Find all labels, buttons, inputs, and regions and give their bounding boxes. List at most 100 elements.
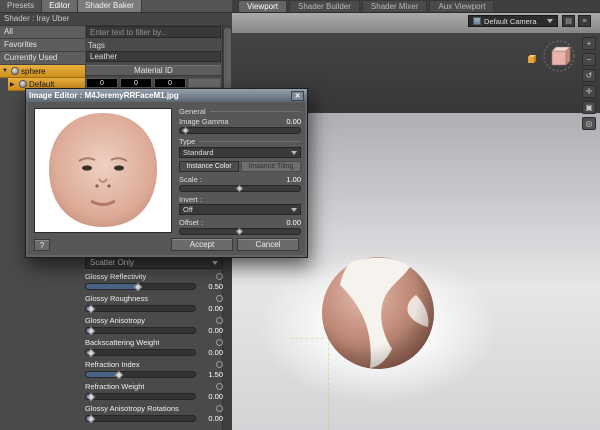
param-options-icon[interactable] <box>216 295 223 302</box>
collapse-arrow-icon[interactable]: ▶ <box>10 81 17 88</box>
parameter-value[interactable]: 1.50 <box>199 370 223 379</box>
rotate-view-icon[interactable]: ↺ <box>582 69 596 82</box>
material-id-header: Material ID <box>86 65 221 76</box>
scrollbar-thumb[interactable] <box>224 28 231 92</box>
tab-aux-viewport[interactable]: Aux Viewport <box>429 0 495 12</box>
parameter-slider[interactable] <box>85 282 196 292</box>
dialog-title: Image Editor : M4JeremyRRFaceM1.jpg <box>29 91 179 100</box>
shader-editor-window: Presets Editor Shader Baker Shader : Ira… <box>0 0 600 430</box>
parameter-slider[interactable] <box>85 348 196 358</box>
scatter-mode-value: Scatter Only <box>90 258 135 267</box>
parameter-label: Refraction Index <box>85 360 140 369</box>
scale-slider[interactable] <box>179 184 301 193</box>
camera-icon <box>473 17 481 25</box>
invert-value: Off <box>183 205 193 214</box>
viewport-tab-bar: Viewport Shader Builder Shader Mixer Aux… <box>232 0 600 13</box>
tags-label: Tags <box>88 41 105 50</box>
dialog-title-bar[interactable]: Image Editor : M4JeremyRRFaceM1.jpg ✕ <box>26 89 307 102</box>
instance-tabs: Instance Color Instance Tiling <box>179 161 301 172</box>
parameter-slider[interactable] <box>85 392 196 402</box>
offset-slider[interactable] <box>179 227 301 236</box>
tab-presets[interactable]: Presets <box>0 0 43 12</box>
expand-arrow-icon[interactable]: ▼ <box>2 68 9 74</box>
tree-item-sphere[interactable]: ▼ sphere <box>0 65 85 78</box>
view-cube-gizmo[interactable] <box>542 39 576 73</box>
view-options-button[interactable]: ▤ <box>562 15 575 27</box>
parameter-slider[interactable] <box>85 304 196 314</box>
color-swatch[interactable]: 0 <box>120 78 152 88</box>
category-currently-used[interactable]: Currently Used <box>0 52 85 65</box>
offset-label: Offset : <box>179 218 204 227</box>
sphere-node-icon <box>11 67 19 75</box>
parameter-value[interactable]: 0.00 <box>199 348 223 357</box>
parameter-label: Glossy Anisotropy Rotations <box>85 404 179 413</box>
category-list: All Favorites Currently Used <box>0 26 85 65</box>
filter-input[interactable] <box>86 26 221 38</box>
zoom-in-icon[interactable]: + <box>582 37 596 50</box>
chevron-down-icon <box>212 260 218 265</box>
parameter-value[interactable]: 0.00 <box>199 392 223 401</box>
param-options-icon[interactable] <box>216 383 223 390</box>
image-settings-column: General Image Gamma 0.00 Type Standard I… <box>179 107 301 238</box>
chevron-down-icon <box>291 150 297 155</box>
param-options-icon[interactable] <box>216 317 223 324</box>
tab-shader-mixer[interactable]: Shader Mixer <box>361 0 428 12</box>
type-value: Standard <box>183 148 214 157</box>
invert-dropdown[interactable]: Off <box>179 204 301 215</box>
cancel-button[interactable]: Cancel <box>237 238 299 251</box>
image-editor-dialog: Image Editor : M4JeremyRRFaceM1.jpg ✕ Ge… <box>25 88 308 258</box>
frame-view-icon[interactable]: ▣ <box>582 101 596 114</box>
parameter-label: Glossy Roughness <box>85 294 148 303</box>
tab-shader-builder[interactable]: Shader Builder <box>288 0 360 12</box>
close-icon[interactable]: ✕ <box>291 90 304 101</box>
param-options-icon[interactable] <box>216 339 223 346</box>
general-section-label: General <box>179 107 301 116</box>
tab-editor[interactable]: Editor <box>42 0 79 12</box>
accept-button[interactable]: Accept <box>171 238 233 251</box>
image-gamma-label: Image Gamma <box>179 117 229 126</box>
parameter-row: Glossy Roughness 0.00 <box>85 294 223 314</box>
tab-instance-color[interactable]: Instance Color <box>179 161 239 172</box>
chevron-down-icon <box>291 207 297 212</box>
invert-label: Invert : <box>179 195 202 204</box>
param-options-icon[interactable] <box>216 405 223 412</box>
left-panel-tab-bar: Presets Editor Shader Baker <box>0 0 232 13</box>
parameter-label: Glossy Anisotropy <box>85 316 146 325</box>
tab-instance-tiling[interactable]: Instance Tiling <box>241 161 301 172</box>
tab-shader-baker[interactable]: Shader Baker <box>78 0 142 12</box>
textured-sphere-object[interactable] <box>320 255 436 371</box>
swatch-spacer <box>188 78 221 88</box>
parameter-slider[interactable] <box>85 414 196 424</box>
texture-preview-frame <box>34 108 172 233</box>
help-button[interactable]: ? <box>34 239 50 251</box>
image-gamma-slider[interactable] <box>179 126 301 135</box>
tags-value-field[interactable]: Leather <box>86 51 221 62</box>
viewport-nav-toolbar: + − ↺ ✛ ▣ ◎ <box>582 37 597 130</box>
offset-value[interactable]: 0.00 <box>286 218 301 227</box>
color-swatch[interactable]: 0 <box>154 78 186 88</box>
parameter-slider[interactable] <box>85 370 196 380</box>
type-section-label: Type <box>179 137 301 146</box>
pan-view-icon[interactable]: ✛ <box>582 85 596 98</box>
zoom-out-icon[interactable]: − <box>582 53 596 66</box>
parameter-value[interactable]: 0.00 <box>199 326 223 335</box>
camera-selector-dropdown[interactable]: Default Camera <box>468 15 558 27</box>
color-swatch[interactable]: 0 <box>86 78 118 88</box>
panel-menu-button[interactable]: ≡ <box>578 15 591 27</box>
param-options-icon[interactable] <box>216 273 223 280</box>
camera-selector-value: Default Camera <box>484 16 537 26</box>
image-gamma-value[interactable]: 0.00 <box>286 117 301 126</box>
axis-cube-icon[interactable] <box>526 53 538 65</box>
category-favorites[interactable]: Favorites <box>0 39 85 52</box>
parameter-slider[interactable] <box>85 326 196 336</box>
category-all[interactable]: All <box>0 26 85 39</box>
parameter-row: Glossy Anisotropy Rotations 0.00 <box>85 404 223 424</box>
scale-value[interactable]: 1.00 <box>286 175 301 184</box>
tab-viewport[interactable]: Viewport <box>238 0 287 12</box>
aim-view-icon[interactable]: ◎ <box>582 117 596 130</box>
param-options-icon[interactable] <box>216 361 223 368</box>
parameter-value[interactable]: 0.00 <box>199 304 223 313</box>
parameter-value[interactable]: 0.00 <box>199 414 223 423</box>
type-dropdown[interactable]: Standard <box>179 147 301 158</box>
parameter-value[interactable]: 0.50 <box>199 282 223 291</box>
